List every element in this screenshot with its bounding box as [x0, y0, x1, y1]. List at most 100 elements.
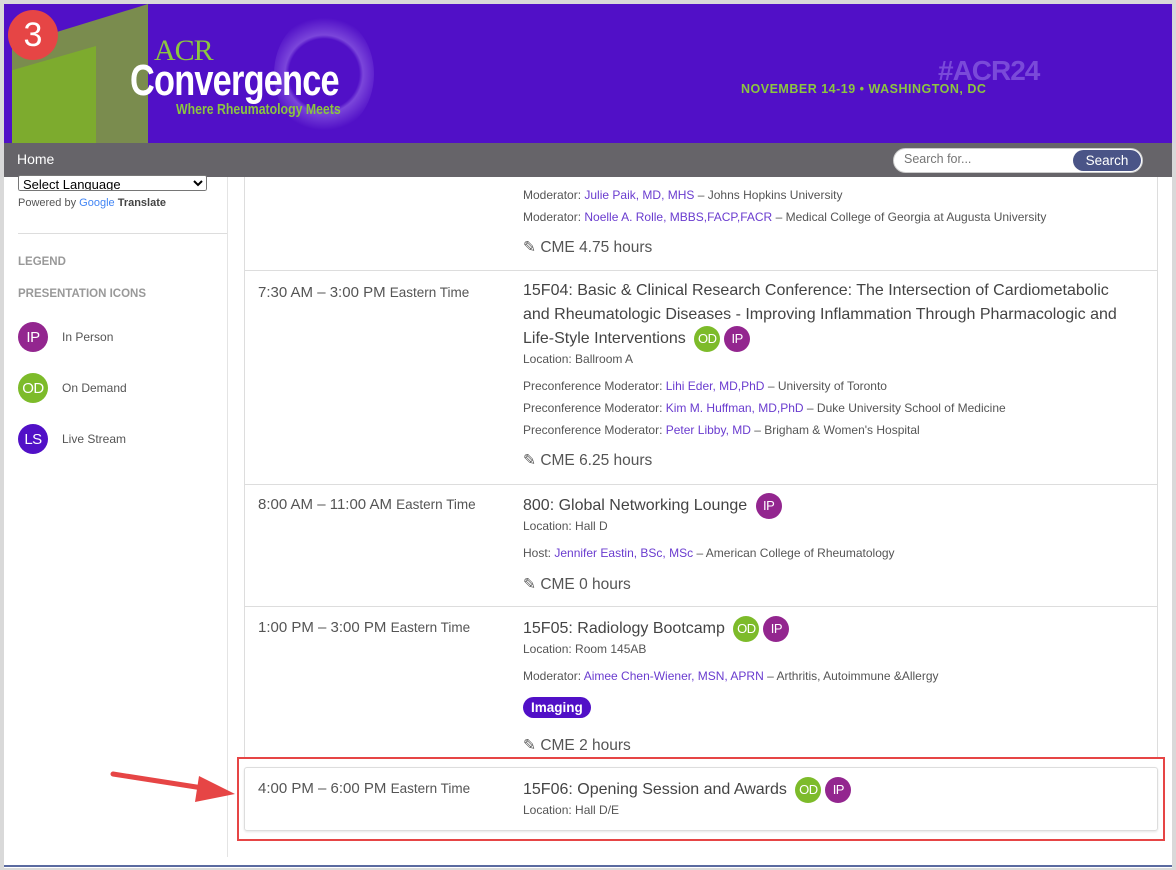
- edit-icon: ✎: [523, 737, 536, 754]
- time-range: 1:00 PM – 3:00 PM: [258, 619, 387, 636]
- session-person: Moderator: Aimee Chen-Wiener, MSN, APRN …: [523, 669, 939, 683]
- row-divider: [244, 484, 1158, 485]
- session-person: Moderator: Julie Paik, MD, MHS – Johns H…: [523, 188, 842, 202]
- step-number: 3: [23, 15, 43, 54]
- title-line: and Rheumatologic Diseases - Improving I…: [523, 305, 1117, 323]
- person-link[interactable]: Jennifer Eastin, BSc, MSc: [554, 546, 693, 560]
- search-box: Search: [893, 148, 1143, 173]
- person-role: Preconference Moderator:: [523, 401, 663, 415]
- timezone: Eastern Time: [396, 497, 476, 512]
- nav-home[interactable]: Home: [17, 151, 54, 167]
- session-title[interactable]: 800: Global Networking Lounge IP: [523, 493, 782, 519]
- cme-credit: ✎ CME 6.25 hours: [523, 451, 652, 470]
- session-person: Preconference Moderator: Lihi Eder, MD,P…: [523, 379, 887, 393]
- live-stream-icon: LS: [18, 424, 48, 454]
- nav-bar: Home Search: [4, 143, 1172, 177]
- person-affiliation: – Duke University School of Medicine: [806, 401, 1006, 415]
- google-logo: Google: [79, 197, 115, 209]
- person-role: Moderator:: [523, 669, 582, 683]
- title-text: 800: Global Networking Lounge: [523, 497, 748, 515]
- cme-credit: ✎ CME 0 hours: [523, 575, 631, 594]
- person-link[interactable]: Kim M. Huffman, MD,PhD: [666, 401, 804, 415]
- highlight-box: [237, 757, 1165, 841]
- person-affiliation: – Brigham & Women's Hospital: [754, 423, 920, 437]
- in-person-icon: IP: [18, 322, 48, 352]
- time-range: 7:30 AM – 3:00 PM: [258, 284, 386, 301]
- in-person-icon: IP: [755, 493, 782, 519]
- session-person: Preconference Moderator: Kim M. Huffman,…: [523, 401, 1006, 415]
- tag-imaging[interactable]: Imaging: [523, 697, 591, 718]
- translate-label: Translate: [117, 197, 167, 209]
- session-time: 8:00 AM – 11:00 AM Eastern Time: [258, 496, 476, 513]
- event-dates: NOVEMBER 14-19 • WASHINGTON, DC: [741, 82, 987, 96]
- step-badge: 3: [8, 10, 58, 60]
- edit-icon: ✎: [523, 452, 536, 469]
- person-affiliation: – Medical College of Georgia at Augusta …: [775, 210, 1047, 224]
- timezone: Eastern Time: [390, 620, 471, 635]
- edit-icon: ✎: [523, 239, 536, 256]
- cme-text: CME 2 hours: [540, 737, 631, 754]
- person-affiliation: – Johns Hopkins University: [697, 188, 843, 202]
- on-demand-icon: OD: [18, 373, 48, 403]
- person-affiliation: – American College of Rheumatology: [696, 546, 895, 560]
- person-link[interactable]: Lihi Eder, MD,PhD: [666, 379, 765, 393]
- person-affiliation: – University of Toronto: [767, 379, 887, 393]
- search-input[interactable]: [904, 152, 1064, 166]
- legend-live-stream: LS Live Stream: [18, 424, 126, 454]
- arrow-annotation-icon: [110, 771, 235, 802]
- cme-text: CME 6.25 hours: [540, 452, 653, 469]
- session-person: Preconference Moderator: Peter Libby, MD…: [523, 423, 920, 437]
- row-divider: [244, 606, 1158, 607]
- person-role: Moderator:: [523, 188, 582, 202]
- row-divider: [244, 270, 1158, 271]
- legend-label: On Demand: [62, 381, 127, 396]
- sidebar-separator: [18, 233, 227, 234]
- cme-credit: ✎ CME 4.75 hours: [523, 238, 652, 257]
- legend-in-person: IP In Person: [18, 322, 113, 352]
- person-role: Moderator:: [523, 210, 582, 224]
- title-line: Life-Style Interventions: [523, 330, 686, 348]
- session-location: Location: Ballroom A: [523, 352, 634, 366]
- person-link[interactable]: Peter Libby, MD: [666, 423, 751, 437]
- session-person: Moderator: Noelle A. Rolle, MBBS,FACP,FA…: [523, 210, 1046, 224]
- person-link[interactable]: Julie Paik, MD, MHS: [584, 188, 694, 202]
- cme-text: CME 0 hours: [540, 576, 631, 593]
- sidebar-divider: [227, 177, 228, 857]
- person-role: Preconference Moderator:: [523, 423, 663, 437]
- person-link[interactable]: Aimee Chen-Wiener, MSN, APRN: [584, 669, 764, 683]
- presentation-icons-heading: PRESENTATION ICONS: [18, 288, 146, 300]
- legend-label: Live Stream: [62, 432, 127, 447]
- banner: ACR Convergence Where Rheumatology Meets…: [4, 4, 1172, 143]
- session-location: Location: Room 145AB: [523, 642, 647, 656]
- in-person-icon: IP: [763, 616, 790, 642]
- session-time: 7:30 AM – 3:00 PM Eastern Time: [258, 284, 469, 301]
- person-affiliation: – Arthritis, Autoimmune &Allergy: [767, 669, 939, 683]
- session-title[interactable]: 15F05: Radiology Bootcamp OD IP: [523, 616, 790, 642]
- session-person: Host: Jennifer Eastin, BSc, MSc – Americ…: [523, 546, 895, 560]
- cme-text: CME 4.75 hours: [540, 239, 653, 256]
- legend-heading: LEGEND: [18, 256, 66, 268]
- person-link[interactable]: Noelle A. Rolle, MBBS,FACP,FACR: [584, 210, 772, 224]
- language-select[interactable]: Select Language: [18, 175, 207, 191]
- logo-convergence: Convergence: [130, 56, 340, 105]
- search-button[interactable]: Search: [1073, 150, 1141, 171]
- timezone: Eastern Time: [389, 285, 470, 300]
- legend-on-demand: OD On Demand: [18, 373, 127, 403]
- edit-icon: ✎: [523, 576, 536, 593]
- in-person-icon: IP: [724, 326, 751, 352]
- powered-by-label: Powered by: [18, 197, 77, 209]
- title-text: 15F05: Radiology Bootcamp: [523, 620, 725, 638]
- session-title[interactable]: 15F04: Basic & Clinical Research Confere…: [523, 279, 1117, 352]
- on-demand-icon: OD: [694, 326, 721, 352]
- person-role: Preconference Moderator:: [523, 379, 663, 393]
- cme-credit: ✎ CME 2 hours: [523, 736, 631, 755]
- legend-label: In Person: [62, 330, 114, 345]
- powered-by-google: Powered by Google Translate: [18, 197, 166, 209]
- session-time: 1:00 PM – 3:00 PM Eastern Time: [258, 619, 470, 636]
- person-role: Host:: [523, 546, 552, 560]
- page: ACR Convergence Where Rheumatology Meets…: [4, 4, 1172, 868]
- logo-tagline: Where Rheumatology Meets: [176, 101, 341, 118]
- title-line: 15F04: Basic & Clinical Research Confere…: [523, 282, 1109, 299]
- time-range: 8:00 AM – 11:00 AM: [258, 496, 392, 513]
- on-demand-icon: OD: [733, 616, 760, 642]
